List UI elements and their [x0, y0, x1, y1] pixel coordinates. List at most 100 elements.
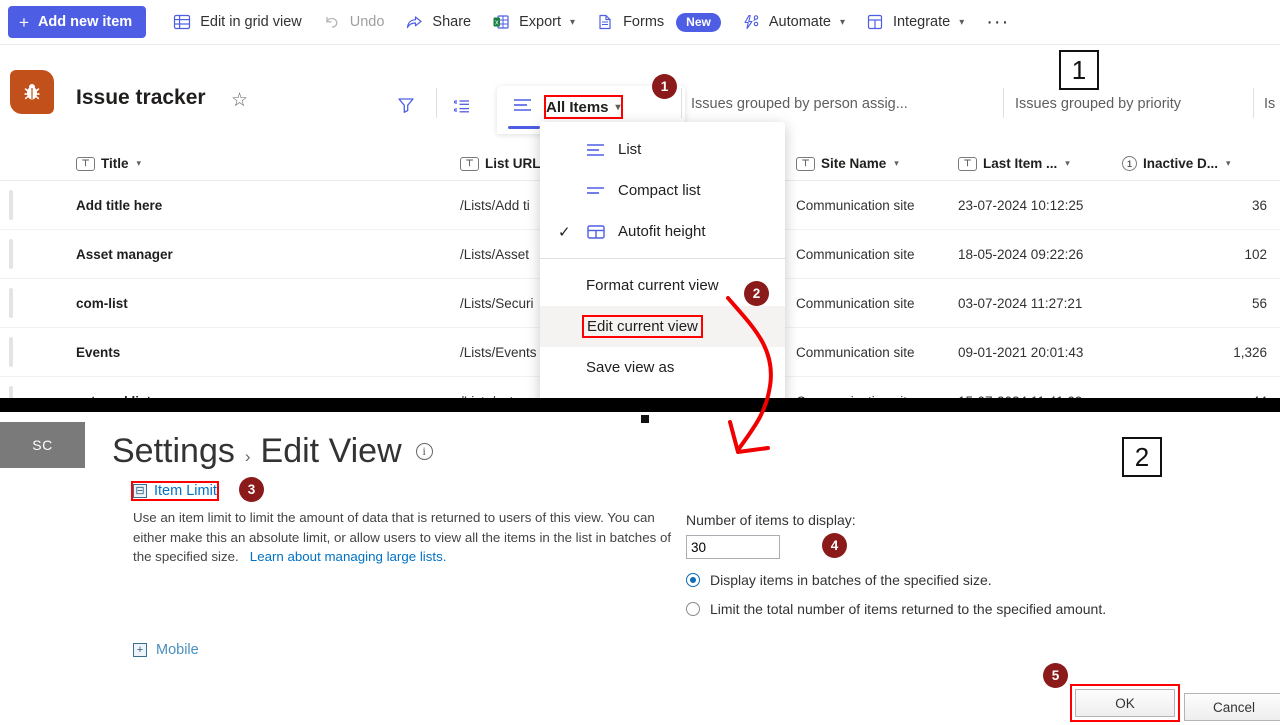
number-of-items-input[interactable] — [686, 535, 780, 559]
table-cell-site: Communication site — [796, 345, 956, 360]
view-tab-partial[interactable]: Is — [1264, 96, 1275, 112]
radio-limit-label: Limit the total number of items returned… — [710, 601, 1106, 617]
table-cell-title[interactable]: Asset manager — [76, 247, 456, 262]
share-icon — [404, 12, 424, 32]
view-tab-divider — [681, 88, 682, 118]
column-header[interactable]: ⊤ Last Item ... ▾ — [958, 156, 1070, 171]
number-of-items-row — [686, 535, 1106, 559]
share-button[interactable]: Share — [394, 4, 481, 40]
text-field-icon: ⊤ — [958, 157, 977, 171]
view-options-menu: List Compact list ✓Autofit height Format cu… — [540, 122, 785, 398]
chevron-down-icon: ▾ — [616, 102, 621, 113]
table-cell-title[interactable]: Events — [76, 345, 456, 360]
table-cell-title[interactable]: com-list — [76, 296, 456, 311]
chevron-down-icon[interactable]: ▾ — [1226, 158, 1231, 169]
table-cell-inactive: 36 — [1122, 198, 1267, 213]
automate-label: Automate — [769, 14, 831, 30]
item-limit-section-toggle[interactable]: ⊟ Item Limit — [131, 481, 219, 501]
text-field-icon: ⊤ — [76, 157, 95, 171]
column-header-label: Inactive D... — [1143, 156, 1218, 171]
table-cell-site: Communication site — [796, 296, 956, 311]
text-field-icon: ⊤ — [460, 157, 479, 171]
separator-dot — [641, 415, 649, 423]
step-badge-3: 3 — [239, 477, 264, 502]
cancel-button[interactable]: Cancel — [1184, 693, 1280, 721]
breadcrumb-settings[interactable]: Settings — [112, 432, 235, 471]
radio-limit-indicator[interactable] — [686, 602, 700, 616]
filter-icon[interactable] — [396, 95, 416, 120]
chevron-down-icon[interactable]: ▾ — [137, 158, 142, 169]
column-header[interactable]: ⊤ Site Name ▾ — [796, 156, 899, 171]
menu-item-label: Compact list — [618, 182, 701, 199]
edit-in-grid-view-button[interactable]: Edit in grid view — [162, 4, 312, 40]
favorite-star-icon[interactable]: ☆ — [231, 89, 248, 112]
item-limit-description: Use an item limit to limit the amount of… — [133, 508, 673, 567]
chevron-down-icon[interactable]: ▾ — [894, 158, 899, 169]
integrate-icon — [865, 12, 885, 32]
undo-icon — [322, 12, 342, 32]
menu-item-rename-view[interactable]: Rename view — [540, 388, 785, 398]
view-tab-divider — [1003, 88, 1004, 118]
view-options-icon[interactable] — [512, 96, 534, 121]
step-badge-4: 4 — [822, 533, 847, 558]
export-button[interactable]: x Export ▾ — [481, 4, 585, 40]
column-header[interactable]: ⊤ Title ▾ — [76, 156, 141, 171]
site-badge: SC — [0, 422, 85, 468]
column-header-label: Site Name — [821, 156, 886, 171]
add-new-item-button[interactable]: + Add new item — [8, 6, 146, 38]
step-badge-1: 1 — [652, 74, 677, 99]
view-tab-divider — [1253, 88, 1254, 118]
mobile-section-toggle[interactable]: + Mobile — [133, 642, 199, 658]
breadcrumb-edit-view: Edit View — [261, 432, 402, 471]
breadcrumb: Settings › Edit View i — [112, 432, 433, 471]
list-details-icon[interactable] — [452, 96, 472, 121]
menu-divider — [540, 258, 785, 259]
all-items-view-selector[interactable]: All Items ▾ — [544, 95, 623, 119]
number-field-icon: 1 — [1122, 156, 1137, 171]
menu-item-label: Format current view — [586, 277, 719, 294]
svg-text:x: x — [495, 19, 499, 26]
text-field-icon: ⊤ — [796, 157, 815, 171]
radio-batches-indicator[interactable] — [686, 573, 700, 587]
view-tab-priority[interactable]: Issues grouped by priority — [1015, 96, 1181, 112]
table-cell-last-item: 23-07-2024 10:12:25 — [958, 198, 1118, 213]
item-limit-controls: Number of items to display: Display item… — [686, 512, 1106, 617]
learn-large-lists-link[interactable]: Learn about managing large lists. — [250, 549, 447, 564]
chevron-down-icon[interactable]: ▾ — [1065, 158, 1070, 169]
menu-item-edit-current-view[interactable]: Edit current view — [540, 306, 785, 347]
menu-item-label: Edit current view — [582, 315, 703, 338]
collapse-minus-icon: ⊟ — [133, 484, 147, 498]
command-bar: + Add new item Edit in grid view Undo S — [0, 0, 1280, 44]
edit-in-grid-view-label: Edit in grid view — [200, 14, 302, 30]
plus-icon: + — [19, 14, 29, 31]
chevron-down-icon: ▾ — [840, 17, 845, 28]
page-title: Issue tracker — [76, 86, 206, 110]
menu-item-compact-list[interactable]: Compact list — [540, 170, 785, 211]
column-header-label: List URL — [485, 156, 541, 171]
view-tab-person-assigned[interactable]: Issues grouped by person assig... — [691, 96, 908, 112]
integrate-button[interactable]: Integrate ▾ — [855, 4, 974, 40]
column-header[interactable]: 1 Inactive D... ▾ — [1122, 156, 1231, 171]
column-header-label: Last Item ... — [983, 156, 1057, 171]
more-commands-button[interactable]: ··· — [974, 11, 1021, 34]
column-header-label: Title — [101, 156, 129, 171]
menu-item-autofit-height[interactable]: ✓Autofit height — [540, 211, 785, 252]
share-label: Share — [432, 14, 471, 30]
all-items-label: All Items — [546, 99, 609, 116]
menu-item-list[interactable]: List — [540, 129, 785, 170]
automate-button[interactable]: Automate ▾ — [731, 4, 855, 40]
info-icon[interactable]: i — [416, 443, 433, 460]
step-badge-2: 2 — [744, 281, 769, 306]
item-limit-label: Item Limit — [154, 483, 217, 499]
radio-option-limit[interactable]: Limit the total number of items returned… — [686, 601, 1106, 617]
table-cell-last-item: 03-07-2024 11:27:21 — [958, 296, 1118, 311]
menu-item-save-view-as[interactable]: Save view as — [540, 347, 785, 388]
automate-flow-icon — [741, 12, 761, 32]
add-new-item-label: Add new item — [38, 14, 132, 30]
menu-item-label: Autofit height — [618, 223, 706, 240]
table-cell-title[interactable]: Add title here — [76, 198, 456, 213]
radio-option-batches[interactable]: Display items in batches of the specifie… — [686, 572, 1106, 588]
forms-button[interactable]: Forms New — [585, 4, 731, 40]
ok-button[interactable]: OK — [1075, 689, 1175, 717]
screenshot-root: + Add new item Edit in grid view Undo S — [0, 0, 1280, 725]
